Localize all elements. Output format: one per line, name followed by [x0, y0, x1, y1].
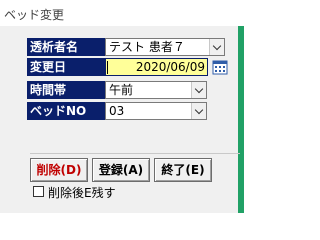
patient-value: テスト 患者７: [109, 40, 185, 54]
background-strip: [238, 26, 244, 213]
chevron-down-icon: [212, 41, 222, 50]
patient-select[interactable]: テスト 患者７: [105, 38, 225, 56]
keep-after-delete-label: 削除後E残す: [48, 186, 116, 200]
timeslot-label: 時間帯: [27, 81, 105, 99]
date-input[interactable]: 2020/06/09: [105, 58, 208, 76]
bed-select[interactable]: 03: [105, 102, 207, 120]
timeslot-dropdown-button[interactable]: [191, 82, 206, 98]
text-caret: [107, 61, 108, 74]
timeslot-select[interactable]: 午前: [105, 81, 207, 99]
bed-value: 03: [109, 104, 125, 118]
patient-dropdown-button[interactable]: [209, 39, 224, 55]
timeslot-value: 午前: [109, 83, 134, 97]
button-area-divider: [30, 153, 240, 154]
register-button[interactable]: 登録(A): [92, 158, 150, 182]
bed-label: ベッドNO: [27, 102, 105, 120]
bed-dropdown-button[interactable]: [191, 103, 206, 119]
date-value: 2020/06/09: [135, 60, 205, 74]
calendar-icon[interactable]: [212, 59, 228, 75]
patient-label: 透析者名: [27, 38, 105, 56]
keep-after-delete-checkbox[interactable]: [33, 186, 44, 197]
title-bar: ベッド変更: [0, 0, 244, 26]
delete-button[interactable]: 削除(D): [30, 158, 88, 182]
date-label: 変更日: [27, 58, 105, 76]
chevron-down-icon: [194, 84, 204, 93]
window-title: ベッド変更: [4, 8, 65, 22]
close-button[interactable]: 終了(E): [154, 158, 212, 182]
bed-change-window: ベッド変更 透析者名 テスト 患者７ 変更日 2020/06/09 時間帯 午前…: [0, 0, 244, 213]
chevron-down-icon: [194, 105, 204, 114]
